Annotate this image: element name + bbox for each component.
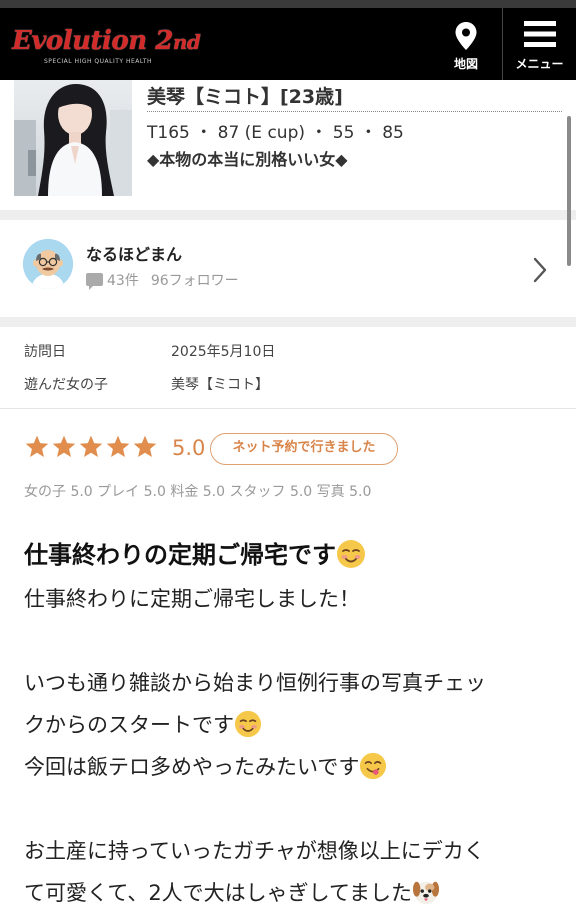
reviewer-meta: 43件 96フォロワー bbox=[86, 270, 239, 290]
girl-name[interactable]: 美琴【ミコト】[23歳] bbox=[147, 82, 562, 112]
category-scores: 女の子 5.0 プレイ 5.0 料金 5.0 スタッフ 5.0 写真 5.0 bbox=[24, 484, 372, 500]
review-line: 仕事終わりに定期ご帰宅しました！ bbox=[24, 587, 360, 611]
girl-label: 遊んだ女の子 bbox=[24, 377, 108, 393]
reviewer-row[interactable]: なるほどまん 43件 96フォロワー bbox=[0, 220, 576, 317]
logo-tagline: SPECIAL HIGH QUALITY HEALTH bbox=[44, 58, 153, 65]
map-label: 地図 bbox=[453, 57, 478, 71]
section-divider bbox=[0, 210, 576, 220]
review-line: 今回は飯テロ多めやったみたいです bbox=[24, 746, 554, 788]
menu-button[interactable]: メニュー bbox=[502, 8, 576, 80]
star-icon bbox=[25, 435, 49, 457]
girl-photo[interactable] bbox=[14, 80, 132, 196]
review-body: 仕事終わりに定期ご帰宅しました！ いつも通り雑談から始まり恒例行事の写真チェッ … bbox=[24, 578, 554, 914]
reviewer-avatar[interactable] bbox=[23, 239, 73, 289]
net-reservation-badge: ネット予約で行きました bbox=[210, 433, 398, 465]
girl-profile-card[interactable]: 美琴【ミコト】[23歳] T165 ・ 87 (E cup) ・ 55 ・ 85… bbox=[0, 80, 576, 210]
star-icon bbox=[106, 435, 130, 457]
review-line: お土産に持っていったガチャが想像以上にデカく bbox=[24, 839, 485, 863]
star-icon bbox=[133, 435, 157, 457]
visit-info-table: 訪問日 2025年5月10日 遊んだ女の子 美琴【ミコト】 bbox=[0, 327, 576, 409]
review-line bbox=[24, 620, 554, 662]
menu-label: メニュー bbox=[515, 57, 564, 71]
girl-catchphrase: ◆本物の本当に別格いい女◆ bbox=[147, 150, 348, 169]
site-logo[interactable]: Evolution 2nd bbox=[12, 26, 201, 56]
yum-face-emoji-icon bbox=[359, 752, 387, 794]
map-button[interactable]: 地図 bbox=[432, 8, 500, 80]
section-divider bbox=[0, 317, 576, 327]
map-pin-icon bbox=[455, 22, 477, 50]
review-count: 43件 bbox=[107, 273, 139, 289]
scrollbar-thumb[interactable] bbox=[567, 116, 571, 266]
overall-score: 5.0 bbox=[172, 436, 206, 460]
hamburger-icon bbox=[523, 21, 556, 47]
comment-bubble-icon bbox=[86, 273, 103, 290]
girl-value[interactable]: 美琴【ミコト】 bbox=[171, 374, 269, 394]
follower-count: 96フォロワー bbox=[150, 273, 239, 289]
star-icon bbox=[52, 435, 76, 457]
review-line: て可愛くて、2人で大はしゃぎしてました bbox=[24, 872, 554, 914]
reviewer-name[interactable]: なるほどまん bbox=[86, 241, 182, 265]
girl-measurements: T165 ・ 87 (E cup) ・ 55 ・ 85 bbox=[147, 123, 404, 143]
visit-date-value: 2025年5月10日 bbox=[171, 344, 276, 360]
review-line bbox=[24, 788, 554, 830]
chevron-right-icon[interactable] bbox=[532, 257, 548, 283]
rating-row: 5.0 ネット予約で行きました bbox=[24, 433, 564, 466]
top-status-strip bbox=[0, 0, 576, 8]
visit-date-label: 訪問日 bbox=[24, 344, 66, 360]
relieved-face-emoji-icon bbox=[336, 539, 366, 575]
star-icon bbox=[79, 435, 103, 457]
star-rating bbox=[24, 434, 159, 460]
review-line: クからのスタートです bbox=[24, 704, 554, 746]
dog-face-emoji-icon bbox=[412, 878, 440, 915]
review-line: いつも通り雑談から始まり恒例行事の写真チェッ bbox=[24, 671, 486, 695]
site-header: Evolution 2nd SPECIAL HIGH QUALITY HEALT… bbox=[0, 8, 576, 80]
review-title: 仕事終わりの定期ご帰宅です bbox=[24, 535, 366, 575]
